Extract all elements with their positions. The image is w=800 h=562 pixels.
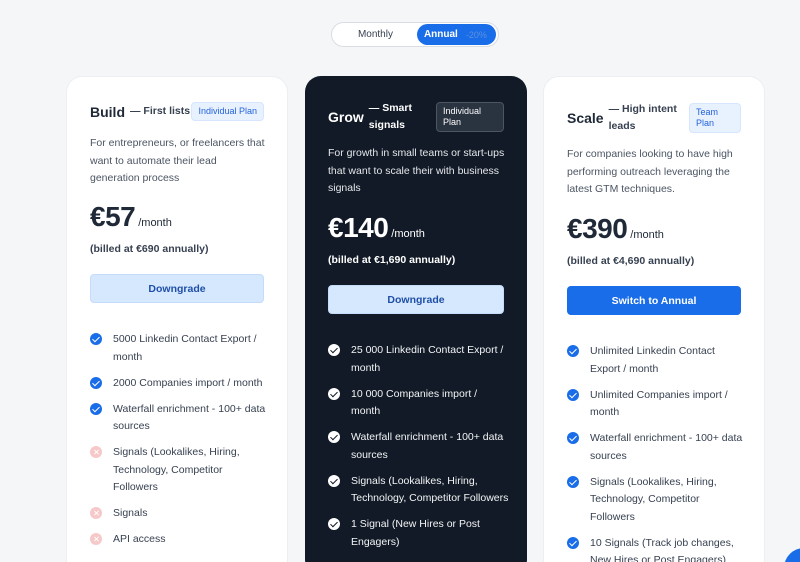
plan-card-build: Build — First lists Individual Plan For …: [66, 76, 288, 562]
billed-note: (billed at €4,690 annually): [567, 255, 695, 267]
feature-item: Waterfall enrichment - 100+ data sources: [567, 430, 746, 465]
downgrade-button[interactable]: Downgrade: [90, 274, 264, 303]
plan-tagline: — First lists: [130, 105, 191, 117]
feature-item: Signals (Lookalikes, Hiring, Technology,…: [567, 474, 746, 527]
chat-widget-button[interactable]: [784, 548, 800, 562]
feature-text: Unlimited Companies import / month: [590, 388, 728, 419]
billing-toggle: Monthly Annual -20%: [331, 22, 499, 47]
check-circle-icon: [567, 345, 579, 357]
price-period: /month: [630, 229, 664, 241]
feature-list: Unlimited Linkedin Contact Export / mont…: [567, 343, 746, 562]
feature-text: Waterfall enrichment - 100+ data sources: [113, 402, 266, 433]
check-circle-icon: [567, 536, 579, 549]
plan-card-scale: Scale — High intent leads Team Plan For …: [543, 76, 765, 562]
price-period: /month: [138, 217, 172, 229]
feature-text: Waterfall enrichment - 100+ data sources: [351, 431, 504, 461]
plan-badge: Individual Plan: [436, 102, 504, 132]
feature-list: 5000 Linkedin Contact Export / month 2000…: [90, 331, 269, 557]
feature-text: Signals (Lookalikes, Hiring, Technology,…: [590, 475, 717, 523]
plan-name: Scale: [567, 110, 604, 126]
plan-badge: Team Plan: [689, 103, 741, 133]
plan-header: Grow — Smart signals Individual Plan: [328, 100, 504, 134]
billed-note: (billed at €1,690 annually): [328, 254, 456, 266]
feature-item: Signals (Lookalikes, Hiring, Technology,…: [328, 473, 509, 508]
plan-description: For companies looking to have high perfo…: [567, 148, 733, 195]
feature-item: Signals: [90, 505, 269, 523]
feature-text: Waterfall enrichment - 100+ data sources: [590, 432, 743, 462]
billed-note: (billed at €690 annually): [90, 243, 209, 255]
annual-label: Annual: [423, 29, 458, 40]
feature-item: 25 000 Linkedin Contact Export / month: [328, 342, 509, 377]
annual-discount-badge: -20%: [465, 29, 487, 40]
price-amount: €390: [567, 213, 628, 244]
check-circle-icon: [90, 376, 102, 389]
monthly-option[interactable]: Monthly: [334, 24, 417, 45]
feature-item: 2000 Companies import / month: [90, 375, 269, 393]
x-circle-icon: [90, 446, 102, 458]
plan-price: €57 /month: [90, 201, 172, 233]
check-circle-icon: [90, 402, 102, 415]
feature-text: 25 000 Linkedin Contact Export / month: [351, 344, 504, 374]
downgrade-button[interactable]: Downgrade: [328, 285, 504, 314]
feature-item: Waterfall enrichment - 100+ data sources: [90, 401, 269, 436]
plan-tagline: — High intent leads: [608, 103, 677, 132]
plan-description: For entrepreneurs, or freelancers that w…: [90, 137, 265, 184]
plan-header: Scale — High intent leads Team Plan: [567, 101, 741, 135]
plan-card-grow: Grow — Smart signals Individual Plan For…: [305, 76, 527, 562]
check-circle-icon: [567, 432, 579, 444]
check-circle-icon: [328, 518, 340, 530]
feature-text: Unlimited Linkedin Contact Export / mont…: [590, 345, 715, 375]
feature-item: API access: [90, 531, 269, 549]
price-amount: €140: [328, 212, 389, 243]
price-amount: €57: [90, 201, 136, 232]
feature-text: 2000 Companies import / month: [113, 376, 263, 389]
check-circle-icon: [328, 474, 340, 487]
feature-item: 10 Signals (Track job changes, New Hires…: [567, 535, 746, 562]
feature-text: Signals (Lookalikes, Hiring, Technology,…: [113, 446, 240, 493]
check-circle-icon: [567, 475, 579, 488]
plan-name: Build: [90, 103, 125, 120]
switch-to-annual-button[interactable]: Switch to Annual: [567, 286, 741, 315]
feature-item: Unlimited Linkedin Contact Export / mont…: [567, 343, 746, 378]
plan-badge: Individual Plan: [191, 102, 264, 121]
check-circle-icon: [328, 431, 340, 443]
feature-item: 10 000 Companies import / month: [328, 386, 509, 421]
plan-tagline: — Smart signals: [368, 102, 412, 131]
check-circle-icon: [90, 333, 102, 345]
plan-description: For growth in small teams or start-ups t…: [328, 147, 505, 194]
feature-text: 10 Signals (Track job changes, New Hires…: [590, 536, 734, 562]
check-circle-icon: [328, 387, 340, 400]
feature-item: 5000 Linkedin Contact Export / month: [90, 331, 269, 366]
plan-price: €390 /month: [567, 213, 664, 245]
feature-item: Waterfall enrichment - 100+ data sources: [328, 429, 509, 464]
feature-item: 1 Signal (New Hires or Post Engagers): [328, 516, 509, 551]
feature-item: Unlimited Companies import / month: [567, 387, 746, 422]
x-circle-icon: [90, 533, 102, 545]
plan-price: €140 /month: [328, 212, 425, 244]
price-period: /month: [391, 228, 425, 240]
annual-option[interactable]: Annual -20%: [416, 24, 496, 45]
feature-text: Signals: [113, 507, 148, 519]
plan-name: Grow: [328, 109, 364, 125]
check-circle-icon: [567, 388, 579, 401]
feature-text: 10 000 Companies import / month: [351, 387, 478, 418]
check-circle-icon: [328, 344, 340, 356]
plan-header: Build — First lists Individual Plan: [90, 102, 264, 121]
feature-item: Signals (Lookalikes, Hiring, Technology,…: [90, 444, 269, 497]
feature-text: 1 Signal (New Hires or Post Engagers): [351, 518, 480, 548]
feature-list: 25 000 Linkedin Contact Export / month 10…: [328, 342, 509, 560]
feature-text: API access: [113, 533, 166, 545]
feature-text: 5000 Linkedin Contact Export / month: [113, 333, 257, 363]
feature-text: Signals (Lookalikes, Hiring, Technology,…: [351, 474, 509, 505]
x-circle-icon: [90, 507, 102, 519]
